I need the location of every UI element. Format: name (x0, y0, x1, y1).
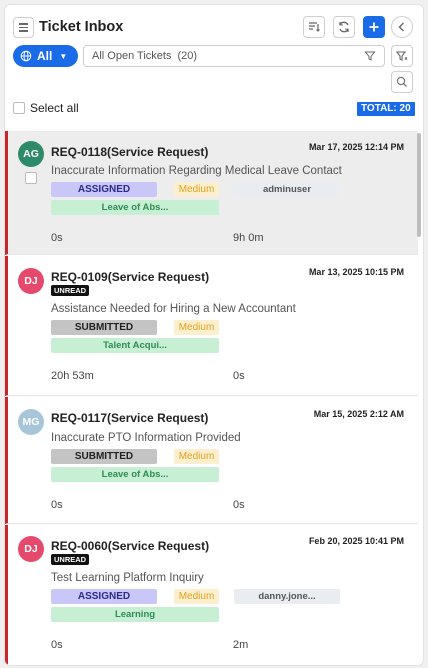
view-name: All Open Tickets (92, 50, 172, 62)
select-all-label: Select all (30, 101, 79, 115)
inbox-header: Ticket Inbox All ▼ All Open Tickets (20) (5, 5, 423, 116)
refresh-button[interactable] (333, 16, 355, 38)
sort-button[interactable] (303, 16, 325, 38)
priority-badge: Medium (174, 589, 219, 604)
search-button[interactable] (391, 71, 413, 93)
ticket-card[interactable]: AG REQ-0118(Service Request) Mar 17, 202… (5, 131, 418, 255)
ticket-list: AG REQ-0118(Service Request) Mar 17, 202… (5, 129, 423, 665)
select-all-checkbox[interactable] (13, 102, 25, 114)
ticket-card[interactable]: DJ REQ-0060(Service Request) Feb 20, 202… (5, 525, 418, 665)
status-badge: SUBMITTED (51, 320, 157, 335)
category-badge: Learning (51, 607, 219, 622)
ticket-date: Mar 13, 2025 10:15 PM (308, 267, 404, 277)
menu-icon[interactable] (13, 17, 34, 38)
ticket-date: Feb 20, 2025 10:41 PM (308, 536, 404, 546)
ticket-checkbox[interactable] (25, 172, 37, 184)
ticket-subject: Inaccurate PTO Information Provided (51, 432, 241, 444)
list-scrollbar[interactable] (417, 133, 421, 237)
avatar: DJ (18, 268, 44, 294)
advanced-filter-button[interactable] (391, 45, 413, 67)
ticket-date: Mar 15, 2025 2:12 AM (313, 409, 404, 419)
ticket-request-id[interactable]: REQ-0118(Service Request) (51, 145, 208, 159)
collapse-button[interactable] (391, 16, 413, 38)
avatar: MG (18, 409, 44, 435)
view-count: (20) (177, 50, 198, 62)
response-time: 20h 53m (51, 370, 94, 382)
ticket-inbox-panel: Ticket Inbox All ▼ All Open Tickets (20) (4, 4, 424, 666)
ticket-subject: Test Learning Platform Inquiry (51, 572, 204, 584)
response-time: 0s (51, 639, 63, 651)
status-badge: ASSIGNED (51, 589, 157, 604)
ticket-subject: Inaccurate Information Regarding Medical… (51, 165, 342, 177)
chevron-left-icon (398, 22, 404, 32)
filter-icon[interactable] (364, 50, 376, 62)
category-badge: Talent Acqui... (51, 338, 219, 353)
resolution-time: 0s (233, 499, 245, 511)
ticket-request-id[interactable]: REQ-0109(Service Request) (51, 270, 209, 284)
category-badge: Leave of Abs... (51, 200, 219, 215)
scope-dropdown[interactable]: All ▼ (13, 45, 78, 67)
ticket-date: Mar 17, 2025 12:14 PM (308, 142, 404, 152)
filter-settings-icon (395, 51, 408, 61)
select-all[interactable]: Select all (13, 101, 79, 115)
priority-badge: Medium (174, 449, 219, 464)
chevron-down-icon: ▼ (59, 51, 68, 61)
refresh-icon (339, 21, 349, 33)
response-time: 0s (51, 499, 63, 511)
status-badge: ASSIGNED (51, 182, 157, 197)
total-badge: TOTAL: 20 (357, 102, 415, 116)
avatar: DJ (18, 536, 44, 562)
resolution-time: 0s (233, 370, 245, 382)
resolution-time: 9h 0m (233, 232, 264, 244)
ticket-card[interactable]: DJ REQ-0109(Service Request) Mar 13, 202… (5, 256, 418, 396)
globe-icon (20, 50, 32, 62)
resolution-time: 2m (233, 639, 249, 651)
priority-badge: Medium (174, 320, 219, 335)
status-badge: SUBMITTED (51, 449, 157, 464)
ticket-request-id[interactable]: REQ-0060(Service Request) (51, 539, 209, 553)
priority-badge: Medium (174, 182, 219, 197)
ticket-subject: Assistance Needed for Hiring a New Accou… (51, 303, 296, 315)
scope-label: All (37, 49, 53, 63)
ticket-view-filter[interactable]: All Open Tickets (20) (83, 45, 385, 67)
assignee-badge: adminuser (234, 182, 340, 197)
page-title: Ticket Inbox (39, 19, 124, 35)
sort-icon (309, 22, 320, 32)
plus-icon (369, 22, 379, 32)
ticket-card[interactable]: MG REQ-0117(Service Request) Mar 15, 202… (5, 397, 418, 524)
category-badge: Leave of Abs... (51, 467, 219, 482)
add-ticket-button[interactable] (363, 16, 385, 38)
unread-badge: UNREAD (51, 285, 90, 296)
avatar: AG (18, 141, 44, 167)
response-time: 0s (51, 232, 63, 244)
search-icon (396, 76, 407, 87)
ticket-request-id[interactable]: REQ-0117(Service Request) (51, 411, 208, 425)
unread-badge: UNREAD (51, 554, 90, 565)
assignee-badge: danny.jone... (234, 589, 340, 604)
